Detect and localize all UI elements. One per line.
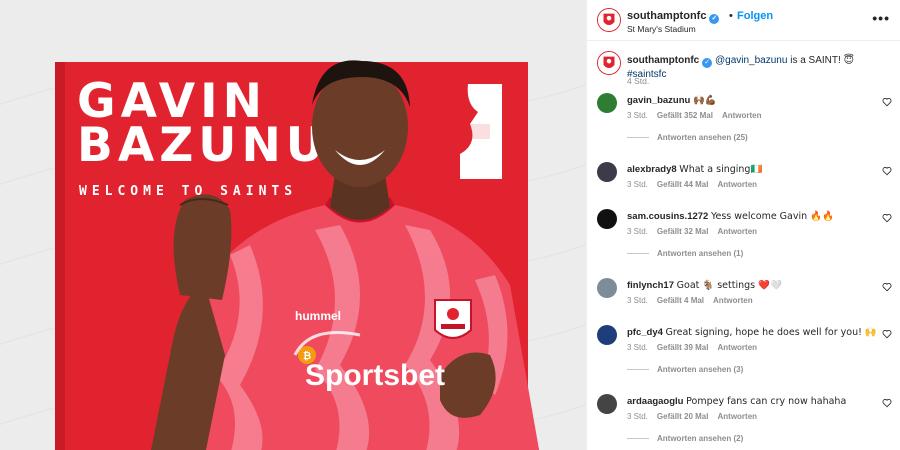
commenter-avatar[interactable] [597, 162, 617, 182]
view-replies-button[interactable]: Antworten ansehen (1) [627, 249, 743, 258]
comment-item: sam.cousins.1272 Yess welcome Gavin 🔥🔥 3 … [587, 205, 900, 274]
caption-emoji: 😇 [843, 55, 854, 66]
comment-like-count[interactable]: Gefällt 352 Mal [657, 111, 713, 120]
comment-timestamp[interactable]: 3 Std. [627, 343, 648, 352]
view-replies-button[interactable]: Antworten ansehen (2) [627, 434, 743, 443]
post-header: southamptonfc ✓ • Folgen St Mary's Stadiu… [587, 0, 900, 41]
like-heart-icon[interactable] [882, 398, 892, 408]
comment-like-count[interactable]: Gefällt 44 Mal [657, 180, 709, 189]
caption-timestamp[interactable]: 4 Std. [627, 76, 649, 86]
post-image[interactable]: GAVIN BAZUNU WELCOME TO SAINTS hummel ₿ … [0, 0, 586, 450]
header-username-text: southamptonfc [627, 10, 707, 22]
club-crest-icon [598, 52, 620, 74]
post-caption: southamptonfc ✓ @gavin_bazunu is a SAINT!… [587, 41, 900, 89]
comment-item: ardaagaoglu Pompey fans can cry now haha… [587, 390, 900, 450]
comment-body: What a singing🇮🇪 [679, 164, 763, 175]
commenter-avatar[interactable] [597, 209, 617, 229]
comment-meta: 3 Std. Gefällt 44 Mal Antworten [627, 180, 766, 189]
reply-button[interactable]: Antworten [717, 412, 757, 421]
comment-body: Yess welcome Gavin 🔥🔥 [710, 211, 834, 222]
comment-meta: 3 Std. Gefällt 39 Mal Antworten [627, 343, 766, 352]
caption-body: is a SAINT! [787, 55, 844, 66]
reply-button[interactable]: Antworten [717, 343, 757, 352]
commenter-avatar[interactable] [597, 278, 617, 298]
post-location[interactable]: St Mary's Stadium [627, 24, 696, 34]
reply-button[interactable]: Antworten [717, 180, 757, 189]
view-replies-button[interactable]: Antworten ansehen (25) [627, 133, 748, 142]
comment-text: alexbrady8 What a singing🇮🇪 [627, 164, 877, 176]
commenter-username[interactable]: alexbrady8 [627, 164, 677, 175]
verified-badge-icon: ✓ [709, 14, 720, 24]
reply-button[interactable]: Antworten [722, 111, 762, 120]
kit-brand-logo: hummel [295, 309, 341, 323]
comment-body: Great signing, hope he does well for you… [665, 327, 877, 338]
comment-body: Pompey fans can cry now hahaha [686, 396, 847, 407]
view-replies-button[interactable]: Antworten ansehen (3) [627, 365, 743, 374]
shirt-crest-icon [434, 299, 472, 339]
commenter-username[interactable]: ardaagaoglu [627, 396, 684, 407]
like-heart-icon[interactable] [882, 166, 892, 176]
commenter-username[interactable]: sam.cousins.1272 [627, 211, 708, 222]
comment-text: pfc_dy4 Great signing, hope he does well… [627, 327, 877, 339]
more-options-icon[interactable]: ••• [872, 10, 890, 26]
comments-list: gavin_bazunu 🙌🏾💪🏾 3 Std. Gefällt 352 Mal An… [587, 89, 900, 450]
comment-like-count[interactable]: Gefällt 39 Mal [657, 343, 709, 352]
account-avatar[interactable] [597, 8, 621, 32]
player-photo: hummel ₿ Sportsbet [151, 60, 540, 450]
comment-timestamp[interactable]: 3 Std. [627, 227, 648, 236]
comment-body: Goat 🐐 settings ❤️🤍 [676, 280, 782, 291]
comment-like-count[interactable]: Gefällt 4 Mal [657, 296, 704, 305]
post-details-panel: southamptonfc ✓ • Folgen St Mary's Stadiu… [586, 0, 900, 450]
commenter-username[interactable]: pfc_dy4 [627, 327, 663, 338]
comment-timestamp[interactable]: 3 Std. [627, 412, 648, 421]
comment-like-count[interactable]: Gefällt 20 Mal [657, 412, 709, 421]
comment-text: finlynch17 Goat 🐐 settings ❤️🤍 [627, 280, 877, 292]
comment-meta: 3 Std. Gefällt 352 Mal Antworten [627, 111, 771, 120]
comment-item: gavin_bazunu 🙌🏾💪🏾 3 Std. Gefällt 352 Mal An… [587, 89, 900, 158]
like-heart-icon[interactable] [882, 282, 892, 292]
caption-username[interactable]: southamptonfc [627, 55, 699, 66]
comment-text: sam.cousins.1272 Yess welcome Gavin 🔥🔥 [627, 211, 877, 223]
comment-like-count[interactable]: Gefällt 32 Mal [657, 227, 709, 236]
caption-text: southamptonfc ✓ @gavin_bazunu is a SAINT!… [627, 54, 889, 81]
separator-dot: • [729, 10, 733, 22]
club-crest-icon [598, 9, 620, 31]
like-heart-icon[interactable] [882, 97, 892, 107]
comment-item: finlynch17 Goat 🐐 settings ❤️🤍 3 Std. Gefä… [587, 274, 900, 321]
poster-stripe [55, 62, 65, 450]
caption-avatar[interactable] [597, 51, 621, 75]
sponsor-logo: Sportsbet [305, 359, 445, 392]
reply-button[interactable]: Antworten [713, 296, 753, 305]
comment-timestamp[interactable]: 3 Std. [627, 180, 648, 189]
commenter-username[interactable]: gavin_bazunu [627, 95, 690, 106]
like-heart-icon[interactable] [882, 329, 892, 339]
commenter-avatar[interactable] [597, 394, 617, 414]
comment-text: gavin_bazunu 🙌🏾💪🏾 [627, 95, 877, 107]
follow-button[interactable]: Folgen [737, 10, 773, 22]
account-username[interactable]: southamptonfc ✓ [627, 10, 720, 24]
comment-body: 🙌🏾💪🏾 [692, 95, 717, 106]
comment-item: alexbrady8 What a singing🇮🇪 3 Std. Gefällt… [587, 158, 900, 205]
comment-meta: 3 Std. Gefällt 4 Mal Antworten [627, 296, 762, 305]
comment-item: pfc_dy4 Great signing, hope he does well… [587, 321, 900, 390]
commenter-username[interactable]: finlynch17 [627, 280, 674, 291]
comment-text: ardaagaoglu Pompey fans can cry now haha… [627, 396, 877, 408]
commenter-avatar[interactable] [597, 325, 617, 345]
verified-badge-icon: ✓ [702, 58, 713, 68]
like-heart-icon[interactable] [882, 213, 892, 223]
comment-meta: 3 Std. Gefällt 20 Mal Antworten [627, 412, 766, 421]
mention-link[interactable]: @gavin_bazunu [715, 55, 787, 66]
reply-button[interactable]: Antworten [717, 227, 757, 236]
commenter-avatar[interactable] [597, 93, 617, 113]
comment-timestamp[interactable]: 3 Std. [627, 111, 648, 120]
comment-timestamp[interactable]: 3 Std. [627, 296, 648, 305]
comment-meta: 3 Std. Gefällt 32 Mal Antworten [627, 227, 766, 236]
